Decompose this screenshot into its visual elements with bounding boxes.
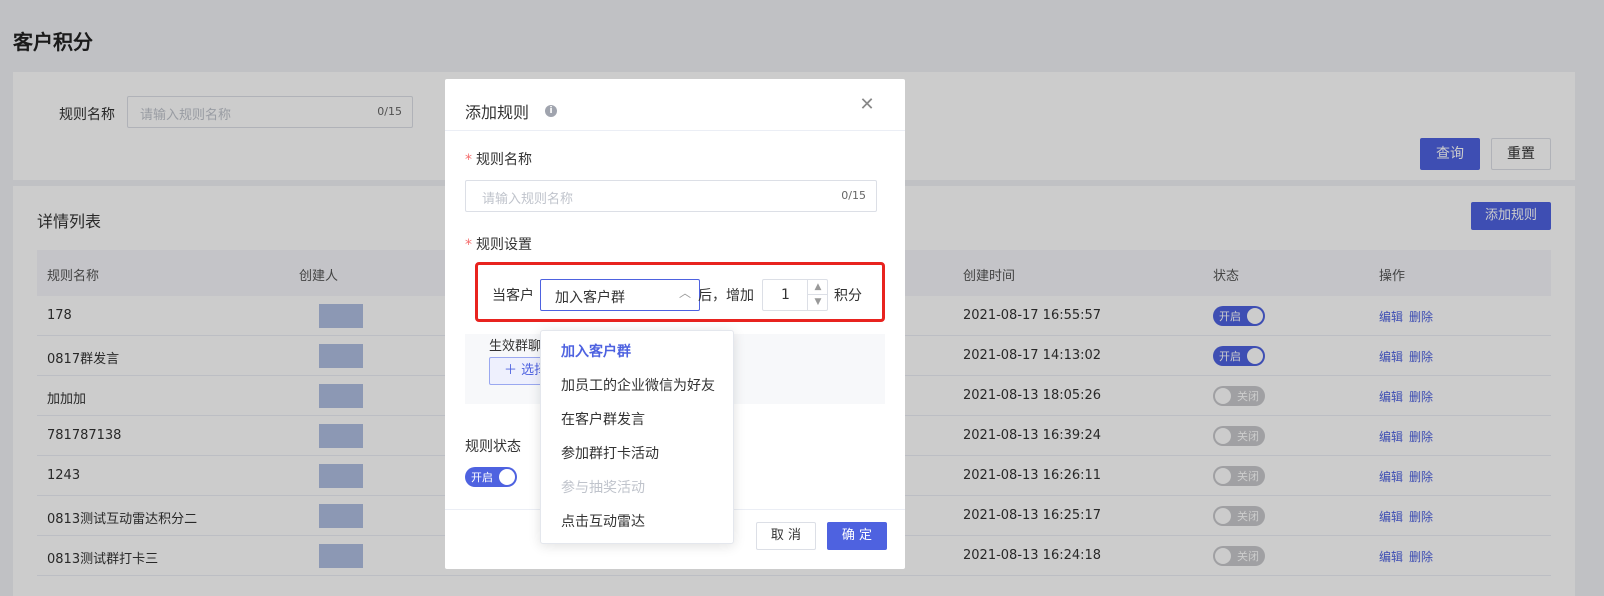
close-icon[interactable]: ✕	[857, 95, 877, 115]
info-icon[interactable]: i	[545, 105, 557, 117]
rule-setting-label: * 规则设置	[465, 237, 532, 253]
rule-setting-row: 当客户 加入客户群 ︿ 后，增加 1 ▲ ▼ 积分	[475, 262, 885, 322]
rule-status-toggle[interactable]: 开启	[465, 467, 517, 487]
rule-name-counter: 0/15	[841, 189, 866, 202]
points-stepper[interactable]: 1 ▲ ▼	[762, 279, 828, 311]
increment-icon[interactable]: ▲	[808, 280, 828, 295]
after-text: 后，增加	[698, 288, 754, 304]
cancel-button[interactable]: 取 消	[756, 522, 816, 550]
dialog-title: 添加规则	[465, 103, 530, 122]
rule-status-text: 开启	[471, 471, 493, 484]
dropdown-option[interactable]: 点击互动雷达	[541, 505, 733, 539]
dropdown-option[interactable]: 加入客户群	[541, 335, 733, 369]
dialog-header: 添加规则 i ✕	[445, 79, 905, 131]
rule-name-input[interactable]: 请输入规则名称 0/15	[465, 180, 877, 212]
rule-name-placeholder: 请输入规则名称	[482, 192, 574, 207]
confirm-button[interactable]: 确 定	[827, 522, 887, 550]
rule-status-label: 规则状态	[465, 439, 521, 455]
points-value: 1	[781, 287, 790, 303]
action-select[interactable]: 加入客户群 ︿	[540, 279, 700, 311]
dropdown-option[interactable]: 参加群打卡活动	[541, 437, 733, 471]
action-select-value: 加入客户群	[555, 290, 625, 306]
chevron-up-icon: ︿	[679, 286, 692, 300]
effect-group-label: 生效群聊	[489, 339, 542, 354]
dropdown-option: 参与抽奖活动	[561, 480, 645, 496]
when-text: 当客户	[492, 288, 534, 304]
rule-name-label: * 规则名称	[465, 152, 532, 168]
dropdown-option[interactable]: 在客户群发言	[541, 403, 733, 437]
points-unit: 积分	[834, 288, 862, 304]
dropdown-option[interactable]: 加员工的企业微信为好友	[541, 369, 733, 403]
action-dropdown: 加入客户群 加员工的企业微信为好友 在客户群发言 参加群打卡活动 参与抽奖活动 …	[540, 330, 734, 544]
decrement-icon[interactable]: ▼	[808, 295, 828, 310]
